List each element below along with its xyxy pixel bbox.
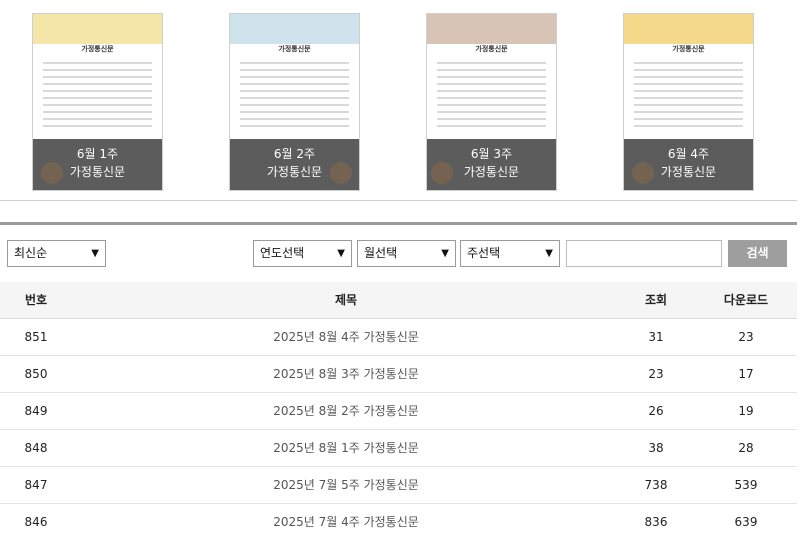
card-label: 가정통신문	[463, 165, 520, 179]
table-row[interactable]: 848 2025년 8월 1주 가정통신문 38 28	[0, 430, 797, 467]
sort-select[interactable]: 최신순 ▼	[7, 240, 106, 267]
newsletter-card[interactable]: 가정통신문 6월 3주 가정통신문	[426, 13, 557, 191]
newsletter-gallery: 가정통신문 6월 1주 가정통신문 가정통신문 6월 2주 가정통신문 가정통신…	[0, 0, 802, 200]
table-row[interactable]: 851 2025년 8월 4주 가정통신문 31 23	[0, 319, 797, 356]
table-header: 번호 제목 조회 다운로드	[0, 282, 797, 319]
row-title-link[interactable]: 2025년 8월 4주 가정통신문	[150, 319, 542, 356]
table-row[interactable]: 846 2025년 7월 4주 가정통신문 836 639	[0, 504, 797, 538]
card-label: 가정통신문	[660, 165, 717, 179]
row-downloads: 539	[734, 478, 758, 492]
chevron-down-icon: ▼	[441, 248, 449, 259]
table-row[interactable]: 850 2025년 8월 3주 가정통신문 23 17	[0, 356, 797, 393]
row-number: 851	[24, 330, 48, 344]
row-title-link[interactable]: 2025년 7월 4주 가정통신문	[150, 504, 542, 538]
row-number: 846	[24, 515, 48, 529]
column-header-number: 번호	[24, 293, 48, 307]
row-number: 848	[24, 441, 48, 455]
row-number: 850	[24, 367, 48, 381]
row-views: 31	[648, 330, 664, 344]
row-downloads: 17	[738, 367, 754, 381]
sort-select-value: 최신순	[14, 246, 48, 260]
card-label: 가정통신문	[69, 165, 126, 179]
row-number: 849	[24, 404, 48, 418]
card-document-title: 가정통신문	[81, 45, 114, 53]
card-caption-overlay: 6월 4주 가정통신문	[624, 139, 753, 190]
card-caption-overlay: 6월 3주 가정통신문	[427, 139, 556, 190]
card-document-text	[43, 62, 152, 132]
row-downloads: 19	[738, 404, 754, 418]
column-header-views: 조회	[644, 293, 668, 307]
search-button[interactable]: 검색	[728, 240, 787, 267]
year-select[interactable]: 연도선택 ▼	[253, 240, 352, 267]
row-views: 836	[644, 515, 668, 529]
column-header-title: 제목	[334, 293, 358, 307]
month-select[interactable]: 월선택 ▼	[357, 240, 456, 267]
card-week: 6월 4주	[667, 147, 710, 161]
card-document-title: 가정통신문	[672, 45, 705, 53]
row-title-link[interactable]: 2025년 7월 5주 가정통신문	[150, 467, 542, 504]
card-header-decoration	[427, 14, 556, 44]
column-header-downloads: 다운로드	[723, 293, 769, 307]
card-document-text	[634, 62, 743, 132]
card-document-title: 가정통신문	[475, 45, 508, 53]
year-select-value: 연도선택	[260, 246, 305, 260]
row-title-link[interactable]: 2025년 8월 2주 가정통신문	[150, 393, 542, 430]
row-downloads: 28	[738, 441, 754, 455]
card-week: 6월 3주	[470, 147, 513, 161]
card-label: 가정통신문	[266, 165, 323, 179]
month-select-value: 월선택	[364, 246, 398, 260]
card-header-decoration	[230, 14, 359, 44]
card-document-text	[240, 62, 349, 132]
week-select[interactable]: 주선택 ▼	[460, 240, 560, 267]
card-caption-overlay: 6월 1주 가정통신문	[33, 139, 162, 190]
newsletter-card[interactable]: 가정통신문 6월 2주 가정통신문	[229, 13, 360, 191]
card-week: 6월 2주	[273, 147, 316, 161]
card-caption-overlay: 6월 2주 가정통신문	[230, 139, 359, 190]
chevron-down-icon: ▼	[337, 248, 345, 259]
newsletter-card[interactable]: 가정통신문 6월 1주 가정통신문	[32, 13, 163, 191]
table-row[interactable]: 849 2025년 8월 2주 가정통신문 26 19	[0, 393, 797, 430]
card-header-decoration	[624, 14, 753, 44]
newsletter-card[interactable]: 가정통신문 6월 4주 가정통신문	[623, 13, 754, 191]
divider	[0, 222, 797, 225]
chevron-down-icon: ▼	[545, 248, 553, 259]
card-document-text	[437, 62, 546, 132]
card-document-title: 가정통신문	[278, 45, 311, 53]
row-title-link[interactable]: 2025년 8월 3주 가정통신문	[150, 356, 542, 393]
search-input[interactable]	[566, 240, 722, 267]
table-row[interactable]: 847 2025년 7월 5주 가정통신문 738 539	[0, 467, 797, 504]
row-views: 38	[648, 441, 664, 455]
row-downloads: 639	[734, 515, 758, 529]
divider	[0, 200, 797, 201]
chevron-down-icon: ▼	[91, 248, 99, 259]
row-downloads: 23	[738, 330, 754, 344]
row-views: 26	[648, 404, 664, 418]
row-views: 23	[648, 367, 664, 381]
row-title-link[interactable]: 2025년 8월 1주 가정통신문	[150, 430, 542, 467]
card-header-decoration	[33, 14, 162, 44]
week-select-value: 주선택	[467, 246, 501, 260]
row-views: 738	[644, 478, 668, 492]
row-number: 847	[24, 478, 48, 492]
card-week: 6월 1주	[76, 147, 119, 161]
